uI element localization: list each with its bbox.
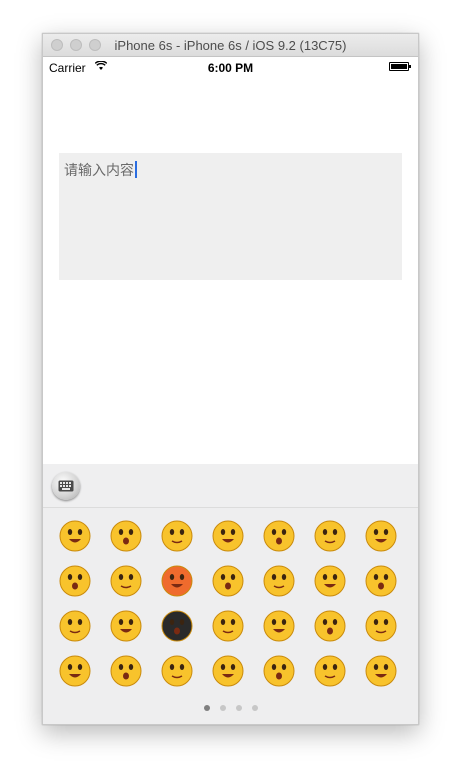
emoji-surprised[interactable] <box>314 520 346 552</box>
emoji-angry[interactable] <box>161 565 193 597</box>
keyboard-icon <box>58 480 74 492</box>
emoji-panel <box>43 508 418 724</box>
emoji-love[interactable] <box>59 655 91 687</box>
emoji-think[interactable] <box>212 655 244 687</box>
emoji-cool[interactable] <box>110 610 142 642</box>
text-input[interactable]: 请输入内容 <box>59 153 402 280</box>
emoji-cry[interactable] <box>263 520 295 552</box>
emoji-smile[interactable] <box>110 565 142 597</box>
emoji-money[interactable] <box>365 565 397 597</box>
phone-screen: Carrier 6:00 PM 请输入内容 <box>43 57 418 724</box>
clock: 6:00 PM <box>207 61 254 75</box>
emoji-fist-cover[interactable] <box>110 655 142 687</box>
window-title: iPhone 6s - iPhone 6s / iOS 9.2 (13C75) <box>114 38 347 53</box>
emoji-shy[interactable] <box>59 610 91 642</box>
text-caret <box>135 161 137 178</box>
page-dot-2[interactable] <box>219 705 226 711</box>
emoji-pout[interactable] <box>263 565 295 597</box>
emoji-sweat-drop[interactable] <box>314 565 346 597</box>
page-dot-4[interactable] <box>251 705 258 711</box>
emoji-kiss-heart[interactable] <box>161 520 193 552</box>
emoji-kiss[interactable] <box>365 610 397 642</box>
emoji-shush[interactable] <box>314 610 346 642</box>
input-placeholder: 请输入内容 <box>64 162 134 178</box>
battery-icon <box>389 62 411 71</box>
page-dot-1[interactable] <box>203 705 210 711</box>
page-dot-3[interactable] <box>235 705 242 711</box>
emoji-grin[interactable] <box>59 520 91 552</box>
emoji-wink[interactable] <box>59 565 91 597</box>
emoji-yawn[interactable] <box>365 520 397 552</box>
keyboard-toggle-button[interactable] <box>52 472 80 500</box>
emoji-sick[interactable] <box>263 655 295 687</box>
status-bar: Carrier 6:00 PM <box>43 57 418 77</box>
emoji-dizzy[interactable] <box>212 520 244 552</box>
emoji-shock[interactable] <box>212 610 244 642</box>
simulator-window: iPhone 6s - iPhone 6s / iOS 9.2 (13C75) … <box>42 33 419 725</box>
emoji-clown[interactable] <box>161 610 193 642</box>
emoji-laugh[interactable] <box>110 520 142 552</box>
title-bar: iPhone 6s - iPhone 6s / iOS 9.2 (13C75) <box>43 34 418 57</box>
emoji-sweat[interactable] <box>212 565 244 597</box>
input-toolbar <box>43 464 418 508</box>
emoji-hug[interactable] <box>365 655 397 687</box>
emoji-scared[interactable] <box>263 610 295 642</box>
emoji-blush[interactable] <box>314 655 346 687</box>
emoji-worried[interactable] <box>161 655 193 687</box>
page-indicator[interactable] <box>43 705 418 713</box>
